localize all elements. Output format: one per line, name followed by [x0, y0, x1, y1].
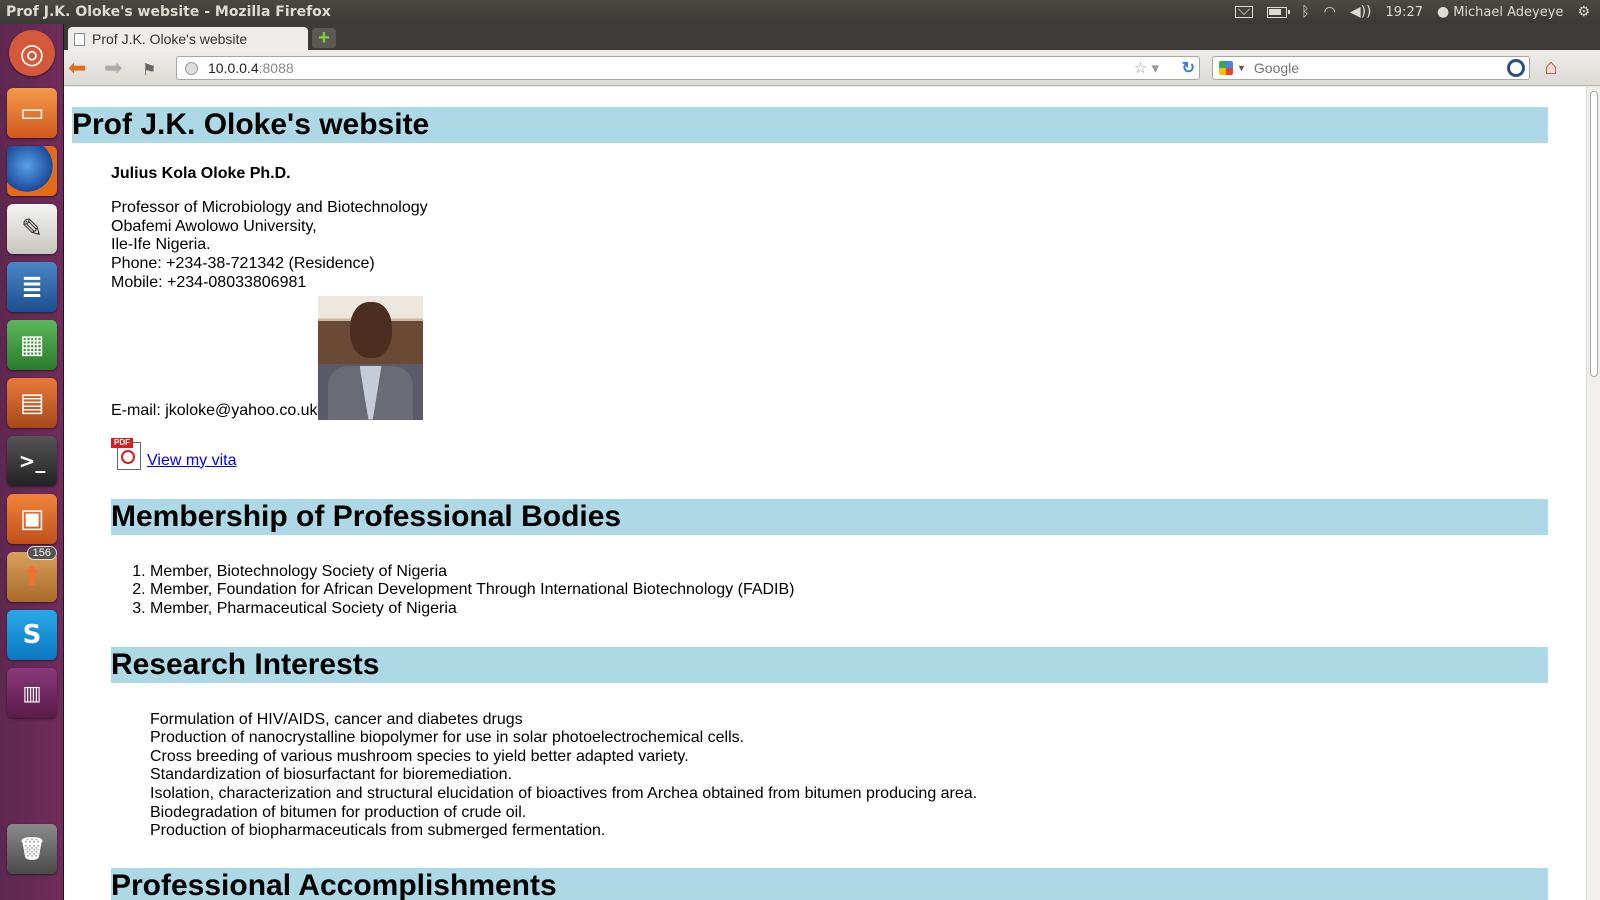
email-text: E-mail: jkoloke@yahoo.co.uk: [111, 401, 318, 419]
list-item: Biodegradation of bitumen for production…: [150, 803, 527, 821]
profile-name: Julius Kola Oloke Ph.D.: [111, 165, 291, 182]
skype-icon[interactable]: S: [7, 610, 57, 660]
firefox-window: Prof J.K. Oloke's website + ⬅ ➡ ⚑ 10.0.0…: [64, 24, 1600, 900]
software-center-icon[interactable]: ▣: [7, 494, 57, 544]
update-count-badge: 156: [26, 546, 57, 560]
ubuntu-logo-icon[interactable]: ◎: [9, 30, 55, 76]
vita-row: PDF View my vita: [111, 437, 1548, 470]
page-icon: [74, 32, 85, 46]
url-port: :8088: [258, 60, 294, 76]
impress-icon[interactable]: ▤: [7, 378, 57, 428]
phone-line: Phone: +234-38-721342 (Residence): [111, 255, 375, 273]
scrollbar-thumb[interactable]: [1590, 91, 1598, 377]
workspaces-icon[interactable]: ▥: [7, 668, 57, 718]
research-heading: Research Interests: [111, 646, 1548, 683]
google-icon[interactable]: [1219, 61, 1233, 75]
tab-active[interactable]: Prof J.K. Oloke's website: [68, 27, 308, 51]
wifi-icon[interactable]: ◠: [1324, 5, 1336, 19]
tab-title: Prof J.K. Oloke's website: [92, 31, 248, 47]
terminal-icon[interactable]: >_: [7, 436, 57, 486]
address-block: Professor of Microbiology and Biotechnol…: [111, 199, 1548, 293]
clock[interactable]: 19:27: [1386, 5, 1423, 20]
pdf-icon: PDF: [111, 437, 143, 470]
membership-heading: Membership of Professional Bodies: [111, 498, 1548, 535]
bookmark-star-icon[interactable]: ☆ ▾: [1134, 59, 1159, 77]
user-icon: ●: [1436, 4, 1450, 20]
list-item: Production of biopharmaceuticals from su…: [150, 822, 606, 840]
top-panel: Prof J.K. Oloke's website - Mozilla Fire…: [0, 0, 1600, 24]
volume-icon[interactable]: ◀)): [1350, 5, 1372, 19]
user-menu[interactable]: ● Michael Adeyeye: [1437, 5, 1563, 20]
search-icon[interactable]: [1507, 59, 1525, 77]
accomplishments-heading: Professional Accomplishments: [111, 867, 1548, 900]
address-line: Obafemi Awolowo University,: [111, 217, 317, 235]
battery-icon[interactable]: [1267, 6, 1291, 18]
navigation-bar: ⬅ ➡ ⚑ 10.0.0.4:8088 ☆ ▾ ↻ ▼ ⌂: [64, 50, 1600, 86]
list-item: Isolation, characterization and structur…: [150, 785, 978, 802]
chevron-down-icon[interactable]: ▼: [1237, 63, 1246, 73]
list-item: Production of nanocrystalline biopolymer…: [150, 729, 745, 747]
mail-icon[interactable]: [1235, 6, 1254, 18]
files-icon[interactable]: ▭: [7, 88, 57, 138]
address-line: Ile-Ife Nigeria.: [111, 236, 211, 254]
new-tab-button[interactable]: +: [312, 27, 336, 49]
search-bar: ▼: [1212, 56, 1530, 80]
update-manager-icon[interactable]: ⬆ 156: [7, 546, 57, 602]
writer-icon[interactable]: ≣: [7, 262, 57, 312]
page-viewport: Prof J.K. Oloke's website Julius Kola Ol…: [64, 87, 1600, 900]
email-row: E-mail: jkoloke@yahoo.co.uk: [111, 295, 1548, 420]
page-title: Prof J.K. Oloke's website: [72, 107, 1548, 143]
text-editor-icon[interactable]: ✎: [7, 204, 57, 254]
url-bar[interactable]: 10.0.0.4:8088 ☆ ▾ ↻: [176, 56, 1200, 80]
view-vita-link[interactable]: View my vita: [147, 452, 237, 470]
list-item: Member, Pharmaceutical Society of Nigeri…: [150, 600, 1548, 619]
page-content: Prof J.K. Oloke's website Julius Kola Ol…: [72, 107, 1548, 900]
list-item: Standardization of biosurfactant for bio…: [150, 766, 512, 784]
reload-icon[interactable]: ↻: [1182, 58, 1195, 78]
trash-icon[interactable]: 🗑: [7, 824, 57, 874]
system-tray: ᛒ ◠ ◀)) 19:27 ● Michael Adeyeye ⚙: [1235, 5, 1600, 20]
back-button[interactable]: ⬅: [68, 55, 86, 81]
url-host: 10.0.0.4: [208, 60, 259, 76]
research-list: Formulation of HIV/AIDS, cancer and diab…: [150, 711, 1548, 841]
bluetooth-icon[interactable]: ᛒ: [1301, 5, 1309, 19]
calc-icon[interactable]: ▦: [7, 320, 57, 370]
vertical-scrollbar[interactable]: [1586, 87, 1600, 900]
address-line: Professor of Microbiology and Biotechnol…: [111, 199, 428, 216]
tab-bar: Prof J.K. Oloke's website +: [64, 24, 1600, 51]
user-name: Michael Adeyeye: [1453, 4, 1564, 20]
launcher: ◎ ▭ ✎ ≣ ▦ ▤ >_ ▣ ⬆ 156 S ▥ 🗑: [0, 24, 64, 900]
profile-section: Julius Kola Oloke Ph.D. Professor of Mic…: [111, 165, 1548, 900]
home-icon[interactable]: ⌂: [1538, 54, 1564, 80]
firefox-icon[interactable]: [7, 146, 57, 196]
profile-photo: [317, 295, 423, 420]
list-item: Member, Foundation for African Developme…: [150, 581, 1548, 600]
history-icon[interactable]: ⚑: [142, 58, 156, 84]
list-item: Formulation of HIV/AIDS, cancer and diab…: [150, 710, 523, 728]
search-input[interactable]: [1253, 60, 1507, 76]
forward-button[interactable]: ➡: [104, 55, 122, 81]
list-item: Member, Biotechnology Society of Nigeria: [150, 563, 1548, 582]
window-title: Prof J.K. Oloke's website - Mozilla Fire…: [6, 4, 331, 20]
membership-list: Member, Biotechnology Society of Nigeria…: [150, 563, 1548, 619]
list-item: Cross breeding of various mushroom speci…: [150, 747, 689, 765]
gear-icon[interactable]: ⚙: [1577, 5, 1590, 19]
globe-icon: [185, 61, 198, 75]
mobile-line: Mobile: +234-08033806981: [111, 273, 307, 291]
